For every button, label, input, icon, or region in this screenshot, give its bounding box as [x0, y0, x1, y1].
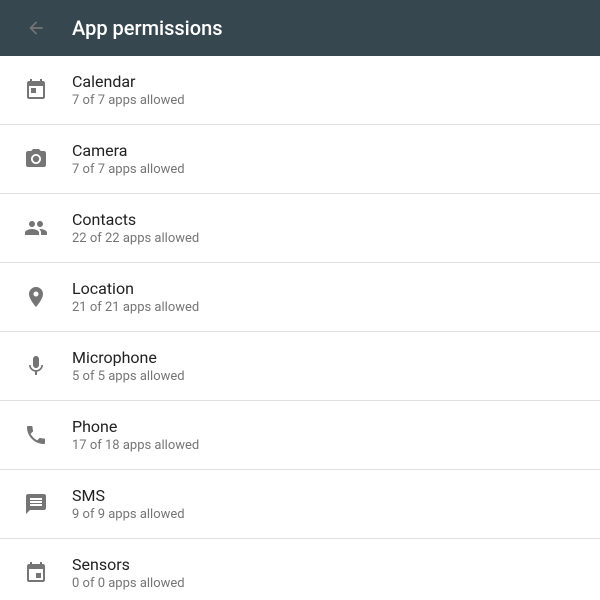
permission-item-sms[interactable]: SMS 9 of 9 apps allowed — [0, 470, 600, 539]
phone-title: Phone — [72, 417, 199, 436]
permission-item-camera[interactable]: Camera 7 of 7 apps allowed — [0, 125, 600, 194]
page-title: App permissions — [72, 16, 223, 40]
phone-icon — [16, 415, 56, 455]
microphone-title: Microphone — [72, 348, 185, 367]
contacts-text: Contacts 22 of 22 apps allowed — [72, 210, 199, 246]
camera-icon — [16, 139, 56, 179]
calendar-text: Calendar 7 of 7 apps allowed — [72, 72, 185, 108]
permission-item-location[interactable]: Location 21 of 21 apps allowed — [0, 263, 600, 332]
permission-item-sensors[interactable]: Sensors 0 of 0 apps allowed — [0, 539, 600, 600]
location-title: Location — [72, 279, 199, 298]
calendar-subtitle: 7 of 7 apps allowed — [72, 93, 185, 108]
sms-subtitle: 9 of 9 apps allowed — [72, 507, 185, 522]
location-text: Location 21 of 21 apps allowed — [72, 279, 199, 315]
sms-icon — [16, 484, 56, 524]
microphone-subtitle: 5 of 5 apps allowed — [72, 369, 185, 384]
microphone-text: Microphone 5 of 5 apps allowed — [72, 348, 185, 384]
camera-subtitle: 7 of 7 apps allowed — [72, 162, 185, 177]
permissions-list: Calendar 7 of 7 apps allowed Camera 7 of… — [0, 56, 600, 600]
sensors-icon — [16, 553, 56, 593]
sensors-title: Sensors — [72, 555, 185, 574]
contacts-title: Contacts — [72, 210, 199, 229]
phone-subtitle: 17 of 18 apps allowed — [72, 438, 199, 453]
location-icon — [16, 277, 56, 317]
contacts-subtitle: 22 of 22 apps allowed — [72, 231, 199, 246]
permission-item-microphone[interactable]: Microphone 5 of 5 apps allowed — [0, 332, 600, 401]
microphone-icon — [16, 346, 56, 386]
phone-text: Phone 17 of 18 apps allowed — [72, 417, 199, 453]
camera-text: Camera 7 of 7 apps allowed — [72, 141, 185, 177]
sensors-subtitle: 0 of 0 apps allowed — [72, 576, 185, 591]
permission-item-contacts[interactable]: Contacts 22 of 22 apps allowed — [0, 194, 600, 263]
sms-title: SMS — [72, 486, 185, 505]
sensors-text: Sensors 0 of 0 apps allowed — [72, 555, 185, 591]
permission-item-phone[interactable]: Phone 17 of 18 apps allowed — [0, 401, 600, 470]
location-subtitle: 21 of 21 apps allowed — [72, 300, 199, 315]
header: App permissions — [0, 0, 600, 56]
back-button[interactable] — [16, 8, 56, 48]
camera-title: Camera — [72, 141, 185, 160]
sms-text: SMS 9 of 9 apps allowed — [72, 486, 185, 522]
contacts-icon — [16, 208, 56, 248]
calendar-title: Calendar — [72, 72, 185, 91]
permission-item-calendar[interactable]: Calendar 7 of 7 apps allowed — [0, 56, 600, 125]
calendar-icon — [16, 70, 56, 110]
screen: App permissions Calendar 7 of 7 apps all… — [0, 0, 600, 600]
